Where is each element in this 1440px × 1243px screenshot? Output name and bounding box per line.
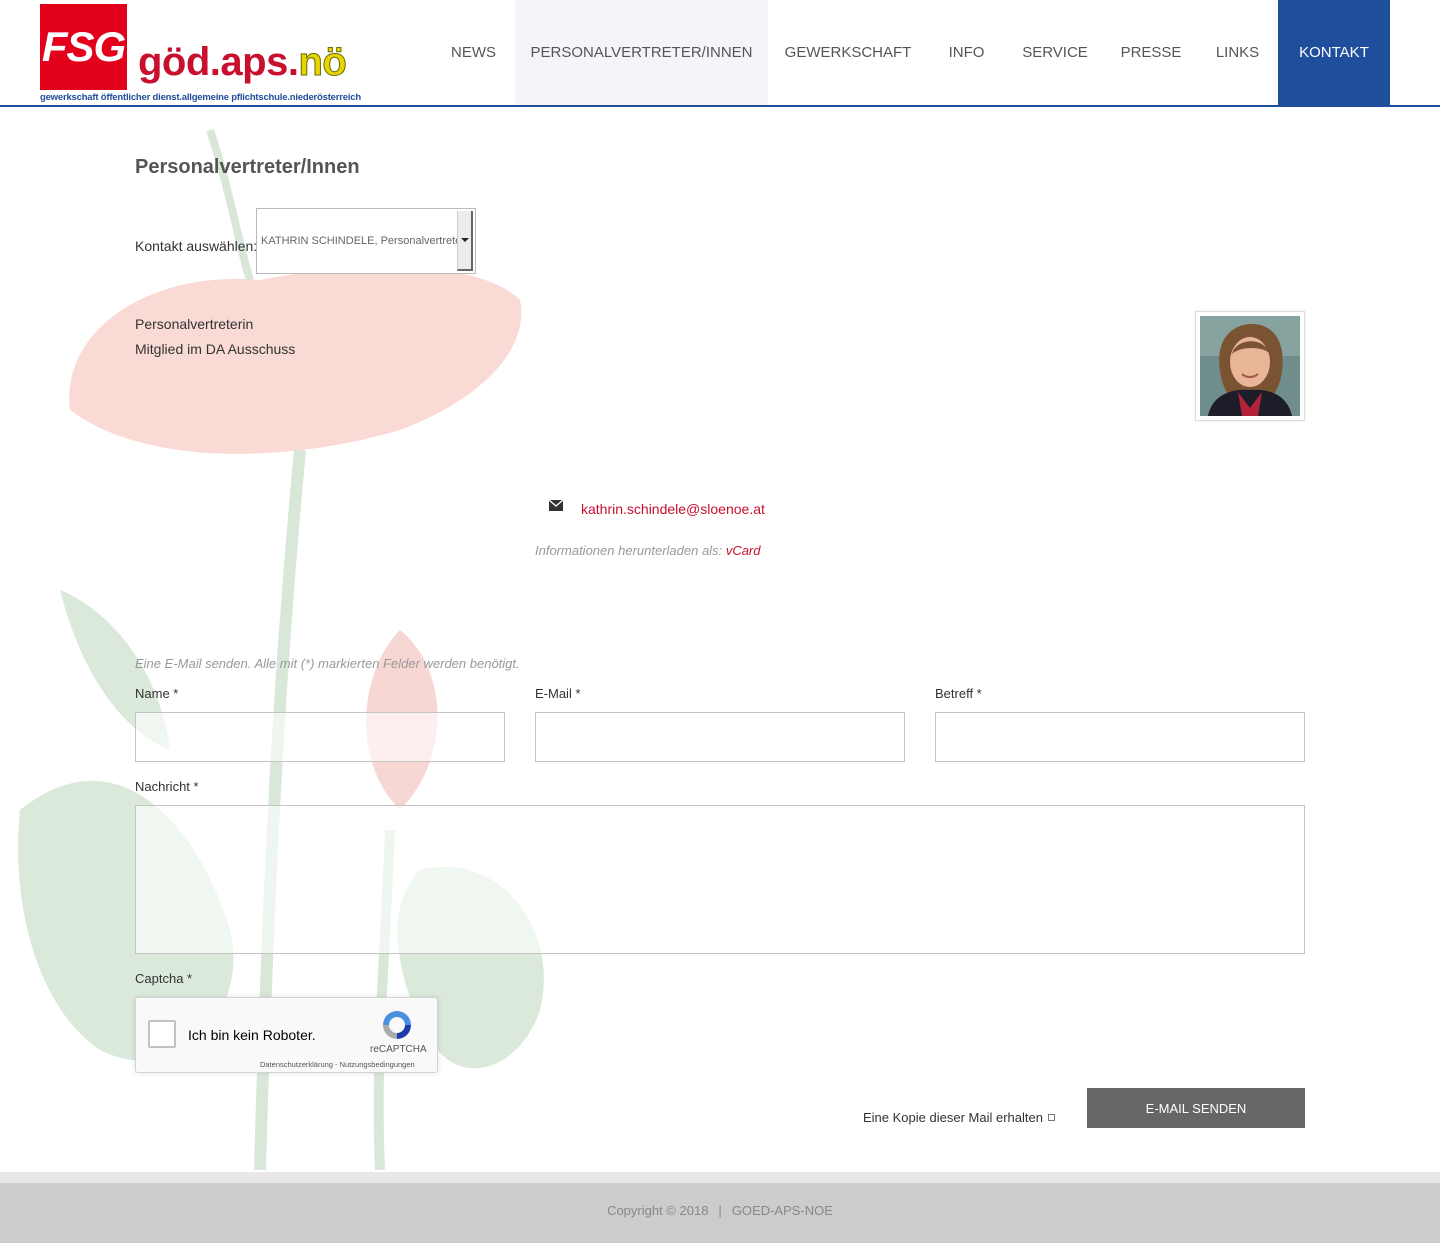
portrait-image xyxy=(1200,316,1300,416)
site-footer: Copyright © 2018 | GOED-APS-NOE xyxy=(0,1183,1440,1243)
footer-copyright: Copyright © 2018 xyxy=(607,1203,709,1218)
footer-site-name: GOED-APS-NOE xyxy=(731,1203,833,1218)
message-textarea[interactable] xyxy=(135,805,1305,954)
contact-position: Personalvertreterin xyxy=(135,316,254,332)
contact-photo xyxy=(1195,311,1305,421)
contact-select[interactable]: KATHRIN SCHINDELE, Personalvertreterin xyxy=(256,208,476,274)
email-input[interactable] xyxy=(535,712,905,762)
nav-item-kontakt[interactable]: KONTAKT xyxy=(1278,0,1390,105)
nav-item-presse[interactable]: PRESSE xyxy=(1105,0,1197,105)
envelope-icon xyxy=(549,500,563,511)
main-navigation: NEWS PERSONALVERTRETER/INNEN GEWERKSCHAF… xyxy=(432,0,1390,105)
name-label: Name * xyxy=(135,686,179,701)
copy-mail-checkbox[interactable] xyxy=(1048,1114,1055,1121)
vcard-line: Informationen herunterladen als: vCard xyxy=(535,543,761,558)
contact-select-value: KATHRIN SCHINDELE, Personalvertreterin xyxy=(261,235,459,247)
site-logo[interactable]: FSG göd.aps.nö gewerkschaft öffentlicher… xyxy=(40,4,375,104)
vcard-link[interactable]: vCard xyxy=(726,543,761,558)
footer-separator: | xyxy=(718,1203,722,1218)
footer-text: Copyright © 2018 | GOED-APS-NOE xyxy=(0,1203,1440,1218)
vcard-prefix: Informationen herunterladen als: xyxy=(535,543,723,558)
name-input[interactable] xyxy=(135,712,505,762)
recaptcha-logo-icon xyxy=(383,1011,411,1039)
send-email-button[interactable]: E-MAIL SENDEN xyxy=(1087,1088,1305,1128)
captcha-label: Captcha * xyxy=(135,971,193,986)
recaptcha-brand: reCAPTCHA xyxy=(370,1044,427,1055)
page-title: Personalvertreter/Innen xyxy=(135,156,360,178)
recaptcha-links[interactable]: Datenschutzerklärung - Nutzungsbedingung… xyxy=(260,1060,415,1069)
nav-item-news[interactable]: NEWS xyxy=(432,0,515,105)
fsg-logo-mark: FSG xyxy=(40,4,127,90)
contact-email-link[interactable]: kathrin.schindele@sloenoe.at xyxy=(581,501,765,517)
email-label: E-Mail * xyxy=(535,686,581,701)
recaptcha-checkbox[interactable] xyxy=(148,1020,176,1048)
nav-item-info[interactable]: INFO xyxy=(928,0,1005,105)
nav-item-service[interactable]: SERVICE xyxy=(1005,0,1105,105)
contact-select-label: Kontakt auswählen: xyxy=(135,238,258,254)
recaptcha-widget: Ich bin kein Roboter. reCAPTCHA Datensch… xyxy=(135,997,438,1073)
form-intro: Eine E-Mail senden. Alle mit (*) markier… xyxy=(135,656,520,671)
nav-item-links[interactable]: LINKS xyxy=(1197,0,1278,105)
chevron-down-icon[interactable] xyxy=(457,211,473,271)
copy-mail-label: Eine Kopie dieser Mail erhalten xyxy=(863,1110,1043,1125)
logo-tagline: gewerkschaft öffentlicher dienst.allgeme… xyxy=(40,92,361,103)
site-header: FSG göd.aps.nö gewerkschaft öffentlicher… xyxy=(0,0,1440,107)
subject-label: Betreff * xyxy=(935,686,982,701)
recaptcha-text: Ich bin kein Roboter. xyxy=(188,1027,316,1043)
nav-item-gewerkschaft[interactable]: GEWERKSCHAFT xyxy=(768,0,928,105)
logo-brand-text: göd.aps.nö xyxy=(138,40,347,85)
nav-item-personalvertreter[interactable]: PERSONALVERTRETER/INNEN xyxy=(515,0,768,105)
footer-divider xyxy=(0,1172,1440,1183)
contact-position-misc: Mitglied im DA Ausschuss xyxy=(135,341,296,357)
message-label: Nachricht * xyxy=(135,779,199,794)
subject-input[interactable] xyxy=(935,712,1305,762)
